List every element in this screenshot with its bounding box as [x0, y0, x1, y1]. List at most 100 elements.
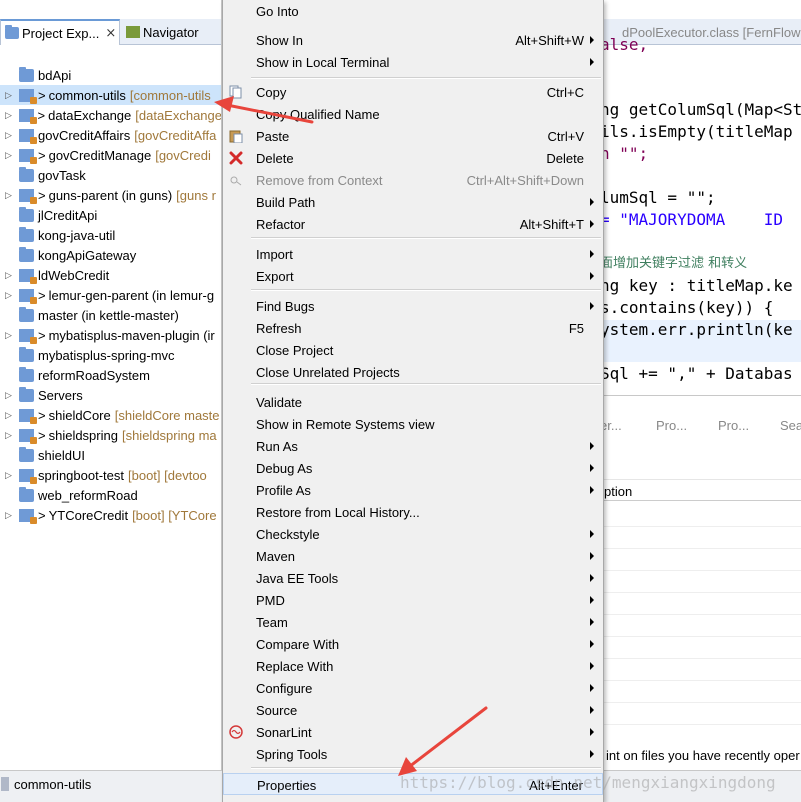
menu-item-pmd[interactable]: PMD	[223, 589, 603, 611]
menu-item-shortcut: F5	[568, 321, 584, 336]
submenu-arrow-icon	[590, 198, 594, 206]
expand-arrow-icon[interactable]: ▷	[5, 470, 15, 481]
tree-item[interactable]: ▷ > lemur-gen-parent (in lemur-g	[0, 285, 221, 305]
menu-item-maven[interactable]: Maven	[223, 545, 603, 567]
tree-item[interactable]: ▷ govCreditAffairs [govCreditAffa	[0, 125, 221, 145]
close-icon[interactable]: ⨯	[105, 25, 116, 41]
tree-item-label: kong-java-util	[38, 227, 116, 243]
menu-item-delete[interactable]: Delete Delete	[223, 147, 603, 169]
tree-item-label: dataExchange	[48, 107, 132, 123]
tree-item[interactable]: ▷ > mybatisplus-maven-plugin (ir	[0, 325, 221, 345]
menu-item-sonarlint[interactable]: SonarLint	[223, 721, 603, 743]
tree-item[interactable]: ▷ springboot-test [boot] [devtoo	[0, 465, 221, 485]
tree-item[interactable]: govTask	[0, 165, 221, 185]
tree-item[interactable]: mybatisplus-spring-mvc	[0, 345, 221, 365]
expand-arrow-icon[interactable]: ▷	[5, 150, 15, 161]
menu-item-profile-as[interactable]: Profile As	[223, 479, 603, 501]
dirty-marker: >	[38, 407, 46, 423]
tree-item[interactable]: ▷ > common-utils [common-utils	[0, 85, 221, 105]
menu-item-team[interactable]: Team	[223, 611, 603, 633]
tree-item[interactable]: master (in kettle-master)	[0, 305, 221, 325]
tab-project-explorer[interactable]: Project Exp... ⨯	[0, 19, 120, 45]
expand-arrow-icon[interactable]: ▷	[5, 410, 15, 421]
menu-item-show-in[interactable]: Show In Alt+Shift+W	[223, 29, 603, 51]
tab-search[interactable]: Sea	[780, 418, 801, 433]
menu-item-export[interactable]: Export	[223, 265, 603, 287]
tree-item[interactable]: ▷ Servers	[0, 385, 221, 405]
tree-item[interactable]: shieldUI	[0, 445, 221, 465]
tab-progress[interactable]: Pro...	[656, 418, 687, 433]
menu-item-import[interactable]: Import	[223, 243, 603, 265]
editor-tab-label: dPoolExecutor.class [FernFlower]	[622, 25, 801, 40]
tree-item[interactable]: ▷ > shieldspring [shieldspring ma	[0, 425, 221, 445]
menu-item-replace-with[interactable]: Replace With	[223, 655, 603, 677]
menu-item-label: Build Path	[256, 195, 316, 210]
tree-item[interactable]: ▷ > dataExchange [dataExchange	[0, 105, 221, 125]
menu-item-refactor[interactable]: Refactor Alt+Shift+T	[223, 213, 603, 235]
menu-item-label: Compare With	[256, 637, 340, 652]
navigator-icon	[126, 26, 140, 38]
tree-item[interactable]: ▷ > shieldCore [shieldCore maste	[0, 405, 221, 425]
description-column-header[interactable]: ption	[600, 479, 801, 501]
menu-item-compare-with[interactable]: Compare With	[223, 633, 603, 655]
menu-item-build-path[interactable]: Build Path	[223, 191, 603, 213]
menu-item-show-in-local-terminal[interactable]: Show in Local Terminal	[223, 51, 603, 73]
expand-arrow-icon[interactable]: ▷	[5, 390, 15, 401]
tree-item[interactable]: bdApi	[0, 65, 221, 85]
tree-item[interactable]: web_reformRoad	[0, 485, 221, 505]
menu-item-refresh[interactable]: Refresh F5	[223, 317, 603, 339]
menu-item-close-project[interactable]: Close Project	[223, 339, 603, 361]
menu-item-go-into[interactable]: Go Into	[223, 0, 603, 22]
tree-item[interactable]: ▷ ldWebCredit	[0, 265, 221, 285]
menu-item-show-in-remote-systems-view[interactable]: Show in Remote Systems view	[223, 413, 603, 435]
tree-item-label: guns-parent (in guns)	[48, 187, 173, 203]
menu-item-java-ee-tools[interactable]: Java EE Tools	[223, 567, 603, 589]
menu-item-copy[interactable]: Copy Ctrl+C	[223, 81, 603, 103]
menu-item-source[interactable]: Source	[223, 699, 603, 721]
expand-arrow-icon[interactable]: ▷	[5, 330, 15, 341]
tree-item[interactable]: ▷ > govCreditManage [govCredi	[0, 145, 221, 165]
tree-item-label: master (in kettle-master)	[38, 307, 179, 323]
menu-item-find-bugs[interactable]: Find Bugs	[223, 295, 603, 317]
tree-item[interactable]: reformRoadSystem	[0, 365, 221, 385]
sonarlint-icon	[229, 725, 243, 739]
menu-item-copy-qualified-name[interactable]: Copy Qualified Name	[223, 103, 603, 125]
menu-item-spring-tools[interactable]: Spring Tools	[223, 743, 603, 765]
menu-item-debug-as[interactable]: Debug As	[223, 457, 603, 479]
menu-item-validate[interactable]: Validate	[223, 391, 603, 413]
dirty-marker: >	[37, 107, 46, 123]
dirty-marker: >	[38, 327, 46, 343]
menu-item-configure[interactable]: Configure	[223, 677, 603, 699]
project-folder-icon	[19, 366, 34, 382]
submenu-arrow-icon	[590, 706, 594, 714]
expand-arrow-icon[interactable]: ▷	[5, 270, 15, 281]
grid-line	[600, 658, 801, 659]
expand-arrow-icon[interactable]: ▷	[5, 510, 15, 521]
menu-item-paste[interactable]: Paste Ctrl+V	[223, 125, 603, 147]
project-folder-icon	[19, 386, 34, 402]
expand-arrow-icon[interactable]: ▷	[5, 130, 15, 141]
menu-item-label: Refactor	[256, 217, 306, 232]
tree-item[interactable]: kong-java-util	[0, 225, 221, 245]
tree-item-decoration: [shieldCore maste	[114, 407, 220, 423]
code-editor[interactable]: dPoolExecutor.class [FernFlower] alse, ng…	[600, 0, 801, 395]
menu-item-run-as[interactable]: Run As	[223, 435, 603, 457]
code-line: lumSql = "";	[600, 188, 716, 207]
tree-item[interactable]: ▷ > guns-parent (in guns) [guns r	[0, 185, 221, 205]
tree-item[interactable]: kongApiGateway	[0, 245, 221, 265]
expand-arrow-icon[interactable]: ▷	[5, 290, 15, 301]
expand-arrow-icon[interactable]: ▷	[5, 190, 15, 201]
tree-item[interactable]: jlCreditApi	[0, 205, 221, 225]
expand-arrow-icon[interactable]: ▷	[5, 110, 15, 121]
expand-arrow-icon[interactable]: ▷	[5, 90, 15, 101]
menu-item-checkstyle[interactable]: Checkstyle	[223, 523, 603, 545]
maven-project-icon	[19, 328, 37, 344]
menu-item-restore-from-local-history[interactable]: Restore from Local History...	[223, 501, 603, 523]
expand-arrow-icon[interactable]: ▷	[5, 430, 15, 441]
tab-navigator[interactable]: Navigator	[122, 19, 221, 45]
tree-item[interactable]: ▷ > YTCoreCredit [boot] [YTCore	[0, 505, 221, 525]
menu-item-properties[interactable]: Properties Alt+Enter	[223, 773, 603, 795]
menu-item-close-unrelated-projects[interactable]: Close Unrelated Projects	[223, 361, 603, 383]
tab-properties[interactable]: Pro...	[718, 418, 749, 433]
tree-item-decoration: [guns r	[176, 187, 216, 203]
